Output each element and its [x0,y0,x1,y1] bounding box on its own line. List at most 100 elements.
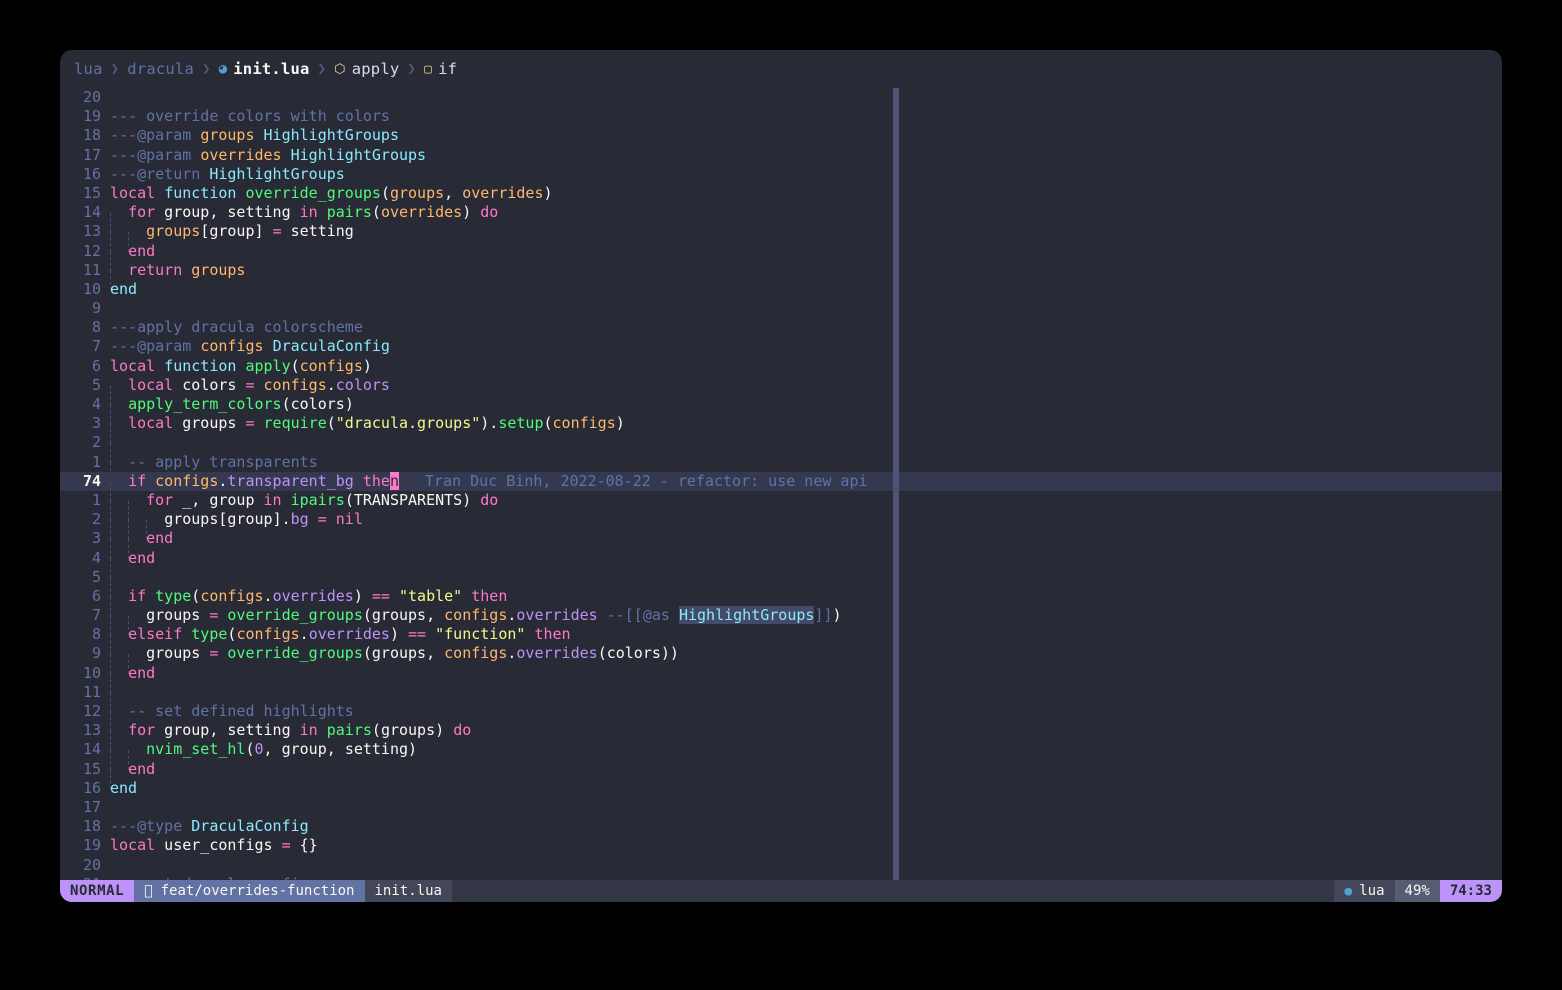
code-line[interactable]: 15 local function override_groups(groups,… [60,184,1502,203]
code-line[interactable]: 15 end [60,760,1502,789]
code-line[interactable]: 1 -- apply transparents [60,453,1502,482]
code-line[interactable]: 1 for _, group in ipairs(TRANSPARENTS) d… [60,490,1502,521]
breadcrumb-item-label: if [438,60,458,78]
code-line[interactable]: 16 ---@return HighlightGroups [60,165,1502,184]
line-number: 16 [82,164,101,183]
line-number: 4 [91,548,101,567]
code-token: groups [191,260,246,279]
code-token: groups [173,414,246,433]
code-token: configs [444,644,508,663]
code-token: ) [543,183,553,202]
code-text: nvim_set_hl(0, group, setting) [110,740,417,770]
code-line[interactable]: 10 end [60,664,1502,693]
code-text: local user_configs = {} [110,836,318,855]
code-token: local [110,356,156,375]
line-number: 6 [91,356,101,375]
code-token: "table" [399,586,463,605]
editor-area[interactable]: 20 19 --- override colors with colors 18 ---… [60,88,1502,880]
status-branch[interactable]:  feat/overrides-function [134,880,365,902]
code-line[interactable]: 6 local function apply(configs) [60,357,1502,376]
column-guide[interactable] [893,88,899,880]
code-token: local [128,414,174,433]
code-line[interactable]: 9 groups = override_groups(groups, confi… [60,644,1502,674]
code-line[interactable]: 18 ---@type DraculaConfig [60,817,1502,836]
code-token: , [426,644,445,663]
code-line[interactable]: 13 groups[group] = setting [60,222,1502,252]
code-line[interactable]: 13 for group, setting in pairs(groups) d… [60,721,1502,751]
code-line[interactable]: 11 return groups [60,260,1502,290]
code-line[interactable]: 8 ---apply dracula colorscheme [60,318,1502,337]
code-token: ( [380,183,390,202]
code-text: ---apply dracula colorscheme [110,318,363,337]
code-token: = [245,414,255,433]
code-token: --[[@as [606,606,679,625]
code-token: ). [480,414,499,433]
code-line[interactable]: 2 groups[group].bg = nil [60,510,1502,540]
code-line[interactable]: 6 if type(configs.overrides) == "table" … [60,586,1502,617]
breadcrumb-item-init-lua[interactable]: ◕ init.lua [219,60,310,78]
code-token: function [164,356,237,375]
code-line[interactable]: 14 for group, setting in pairs(overrides… [60,203,1502,233]
code-line[interactable]: 3 local groups = require("dracula.groups… [60,414,1502,444]
code-line[interactable]: 16 end [60,779,1502,798]
code-token: colors [290,395,345,413]
code-token: )) [660,644,679,663]
code-token: ---@param [110,126,201,145]
status-mode: NORMAL [60,880,135,902]
code-line[interactable]: 7 ---@param configs DraculaConfig [60,337,1502,356]
code-line[interactable]: 14 nvim_set_hl(0, group, setting) [60,740,1502,770]
code-line[interactable]: 4 end [60,548,1502,578]
code-line[interactable]: 17 [60,798,1502,817]
code-line[interactable]: 12 end [60,242,1502,271]
breadcrumb-item-dracula[interactable]: dracula [127,60,194,78]
code-line[interactable]: 20 [60,856,1502,875]
line-number: 74 [82,471,101,490]
code-token: , [191,490,201,509]
breadcrumb-item-if[interactable]: ▢ if [424,60,457,78]
code-line[interactable]: 3 end [60,529,1502,559]
code-line[interactable]: 10 end [60,280,1502,299]
code-token: ---@type [110,817,192,836]
code-line[interactable]: 8 elseif type(configs.overrides) == "fun… [60,625,1502,655]
breadcrumb-item-lua[interactable]: lua [74,60,103,78]
code-line[interactable]: 19 --- override colors with colors [60,107,1502,126]
code-line[interactable]: 18 ---@param groups HighlightGroups [60,126,1502,145]
code-token: overrides [380,203,463,222]
code-token: local [110,183,156,202]
code-line[interactable]: 17 ---@param overrides HighlightGroups [60,146,1502,165]
code-line[interactable]: 5 [60,568,1502,597]
code-line[interactable]: 9 [60,299,1502,318]
code-line[interactable]: 5 local colors = configs.colors [60,376,1502,405]
code-line[interactable]: 12 -- set defined highlights [60,702,1502,732]
code-line[interactable]: 4 apply_term_colors(colors) [60,395,1502,425]
code-line[interactable]: 20 [60,88,1502,107]
code-line[interactable]: 7 groups = override_groups(groups, confi… [60,606,1502,636]
code-line[interactable]: 2 [60,433,1502,463]
code-line[interactable]: 11 [60,683,1502,712]
line-number: 7 [91,606,101,625]
code-line[interactable]: 19 local user_configs = {} [60,836,1502,855]
code-text: ---@param groups HighlightGroups [110,126,399,145]
code-text: for group, setting in pairs(groups) do [110,721,471,751]
code-line-current[interactable]: 74 if configs.transparent_bg then Tran Du… [60,471,1502,501]
line-number: 11 [82,260,101,279]
breadcrumb-item-apply[interactable]: ⬡ apply [334,60,399,78]
code-token: override_groups [227,606,363,625]
line-number: 4 [91,395,101,413]
code-token: override_groups [227,644,363,663]
code-token: ]] [814,606,833,625]
code-token: group [155,203,210,222]
code-text: groups[group] = setting [110,222,354,252]
